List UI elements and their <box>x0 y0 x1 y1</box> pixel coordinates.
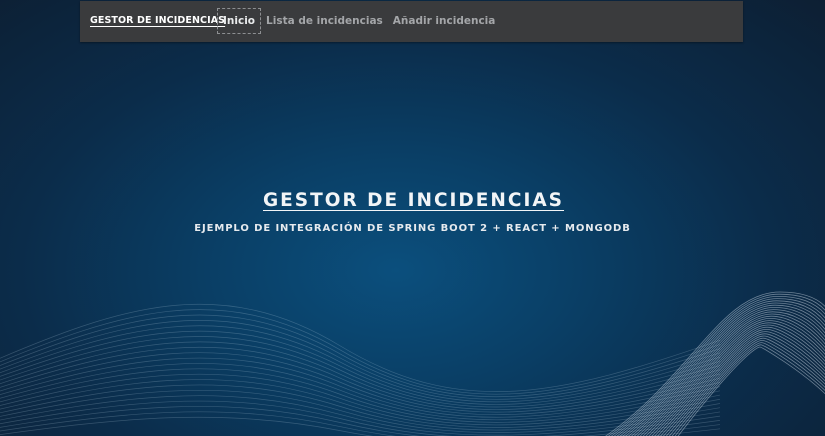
page: GESTOR DE INCIDENCIAS Inicio Lista de in… <box>0 0 825 436</box>
wave-line <box>610 295 825 436</box>
background-waves <box>0 291 825 436</box>
wave-line <box>604 291 825 436</box>
wave-line <box>0 314 721 398</box>
hero-title-wrapper: GESTOR DE INCIDENCIAS <box>0 176 825 214</box>
nav-link-anadir-incidencia[interactable]: Añadir incidencia <box>388 9 501 33</box>
wave-line <box>0 395 721 436</box>
wave-line <box>625 306 825 436</box>
wave-line <box>0 309 721 395</box>
hero-subtitle: EJEMPLO DE INTEGRACIÓN DE SPRING BOOT 2 … <box>194 223 631 234</box>
navbar-brand[interactable]: GESTOR DE INCIDENCIAS <box>90 15 225 26</box>
hero-title: GESTOR DE INCIDENCIAS <box>262 190 565 211</box>
nav-links: Inicio Lista de incidencias Añadir incid… <box>217 8 500 34</box>
nav-link-inicio[interactable]: Inicio <box>217 8 262 34</box>
nav-link-lista-incidencias[interactable]: Lista de incidencias <box>261 9 388 33</box>
wave-line <box>0 368 721 423</box>
navbar: GESTOR DE INCIDENCIAS Inicio Lista de in… <box>80 1 743 42</box>
